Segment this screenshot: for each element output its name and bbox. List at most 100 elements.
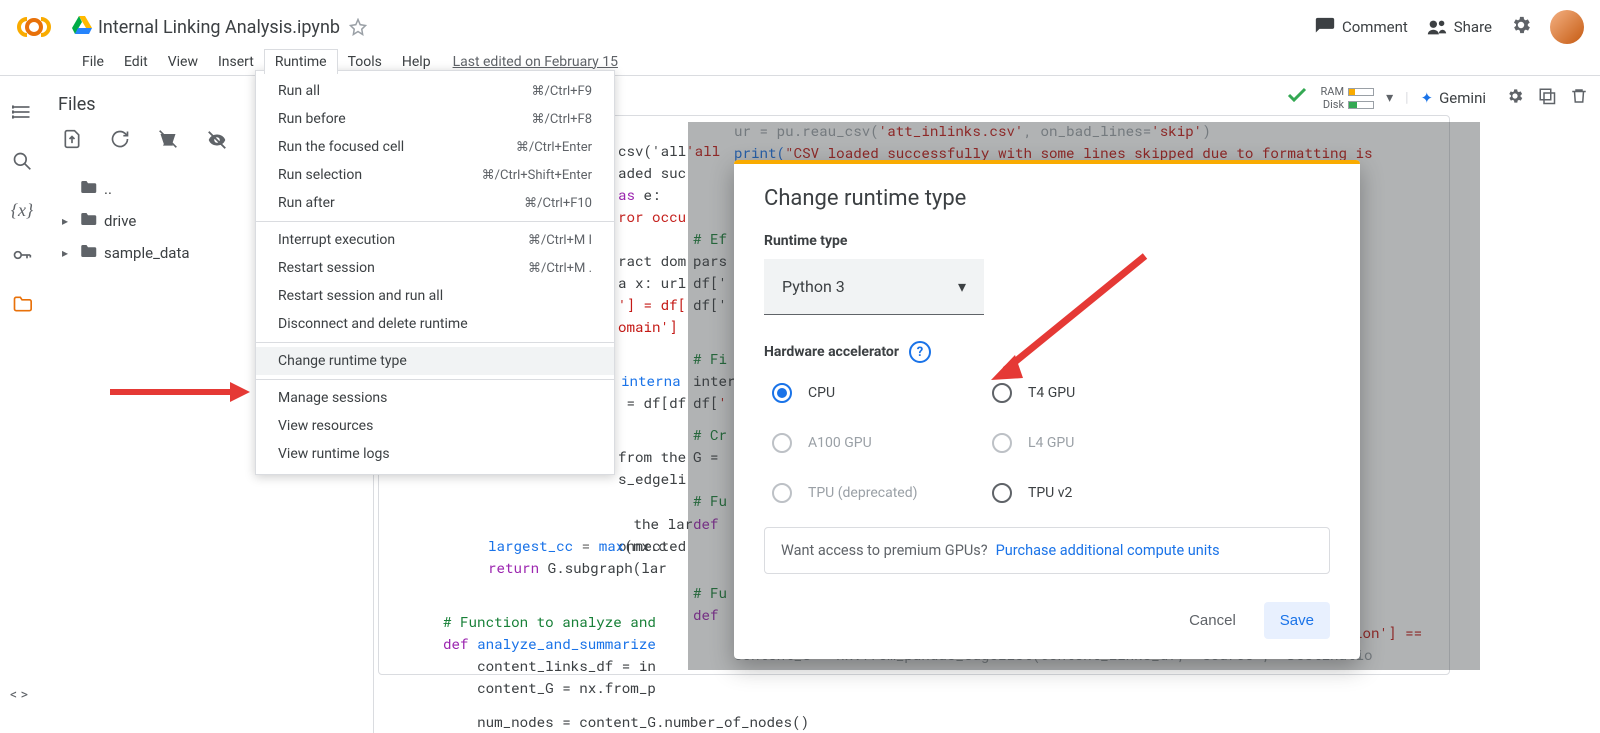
- settings-icon[interactable]: [1510, 14, 1532, 40]
- runtime-menu-item[interactable]: Run all ⌘/Ctrl+F9: [256, 77, 614, 105]
- runtime-menu-item[interactable]: Disconnect and delete runtime: [256, 310, 614, 338]
- hide-files-icon[interactable]: [206, 129, 228, 155]
- accelerator-radio[interactable]: TPU v2: [992, 483, 1142, 503]
- accelerator-radio: A100 GPU: [772, 433, 922, 453]
- runtime-menu-item[interactable]: Restart session ⌘/Ctrl+M .: [256, 254, 614, 282]
- mount-drive-icon[interactable]: [158, 129, 178, 155]
- last-edited-link[interactable]: Last edited on February 15: [453, 54, 618, 70]
- runtime-menu-shortcut: ⌘/Ctrl+Enter: [516, 140, 592, 155]
- radio-label: L4 GPU: [1028, 435, 1074, 451]
- runtime-menu-label: Change runtime type: [278, 353, 407, 369]
- upload-file-icon[interactable]: [62, 129, 82, 155]
- accelerator-radio: L4 GPU: [992, 433, 1142, 453]
- runtime-menu-item[interactable]: Restart session and run all: [256, 282, 614, 310]
- premium-notice: Want access to premium GPUs? Purchase ad…: [764, 527, 1330, 574]
- runtime-menu-item[interactable]: Interrupt execution ⌘/Ctrl+M I: [256, 226, 614, 254]
- runtime-menu-label: Restart session and run all: [278, 288, 443, 304]
- gemini-button[interactable]: ✦ Gemini: [1421, 89, 1486, 107]
- runtime-type-value: Python 3: [782, 277, 845, 296]
- save-button[interactable]: Save: [1264, 602, 1330, 639]
- hardware-accelerator-label: Hardware accelerator: [764, 344, 899, 360]
- folder-icon: [79, 211, 97, 231]
- premium-link[interactable]: Purchase additional compute units: [996, 542, 1220, 559]
- secrets-icon[interactable]: [12, 245, 32, 270]
- runtime-menu-item[interactable]: Run the focused cell ⌘/Ctrl+Enter: [256, 133, 614, 161]
- runtime-menu-item[interactable]: Run after ⌘/Ctrl+F10: [256, 189, 614, 217]
- runtime-menu-label: View runtime logs: [278, 446, 390, 462]
- code-snippets-icon[interactable]: < >: [10, 687, 28, 703]
- cell-mirror-icon[interactable]: [1538, 87, 1556, 109]
- radio-icon: [992, 483, 1012, 503]
- runtime-menu-label: Run the focused cell: [278, 139, 404, 155]
- menu-edit[interactable]: Edit: [114, 50, 158, 74]
- runtime-menu-shortcut: ⌘/Ctrl+M I: [528, 233, 592, 248]
- menu-file[interactable]: File: [72, 50, 114, 74]
- cell-tools: [1506, 87, 1588, 109]
- runtime-type-select[interactable]: Python 3 ▾: [764, 259, 984, 315]
- files-icon[interactable]: [12, 294, 32, 319]
- comment-label: Comment: [1342, 18, 1408, 36]
- cell-settings-icon[interactable]: [1506, 87, 1524, 109]
- runtime-menu-shortcut: ⌘/Ctrl+F8: [531, 112, 592, 127]
- premium-text: Want access to premium GPUs?: [781, 542, 988, 559]
- radio-icon: [772, 383, 792, 403]
- toc-icon[interactable]: [12, 102, 32, 127]
- folder-icon: [79, 179, 97, 199]
- radio-icon: [992, 433, 1012, 453]
- share-label: Share: [1454, 18, 1492, 36]
- refresh-icon[interactable]: [110, 129, 130, 155]
- search-icon[interactable]: [12, 151, 32, 176]
- accelerator-radio-group: CPUT4 GPUA100 GPUL4 GPUTPU (deprecated)T…: [764, 383, 1330, 503]
- radio-icon: [772, 433, 792, 453]
- annotation-arrow-right: [985, 250, 1155, 394]
- drive-icon: [72, 15, 92, 39]
- star-button[interactable]: [346, 15, 370, 39]
- document-title[interactable]: Internal Linking Analysis.ipynb: [98, 17, 340, 38]
- radio-label: TPU v2: [1028, 485, 1072, 501]
- title-area: Internal Linking Analysis.ipynb: [72, 15, 370, 39]
- chevron-down-icon: ▾: [958, 277, 966, 296]
- runtime-menu-item[interactable]: View resources: [256, 412, 614, 440]
- cell-delete-icon[interactable]: [1570, 87, 1588, 109]
- colab-logo: [16, 9, 52, 45]
- runtime-menu-label: Restart session: [278, 260, 375, 276]
- runtime-menu-label: Run selection: [278, 167, 362, 183]
- runtime-menu-item[interactable]: Manage sessions: [256, 384, 614, 412]
- menu-view[interactable]: View: [158, 50, 208, 74]
- change-runtime-modal: Change runtime type Runtime type Python …: [734, 160, 1360, 659]
- share-button[interactable]: Share: [1426, 16, 1492, 38]
- runtime-menu-label: Run all: [278, 83, 320, 99]
- runtime-menu-shortcut: ⌘/Ctrl+F9: [531, 84, 592, 99]
- tree-label: drive: [104, 212, 136, 230]
- menubar: File Edit View Insert Runtime Tools Help…: [0, 48, 1600, 76]
- cancel-button[interactable]: Cancel: [1173, 602, 1252, 639]
- runtime-menu-label: Interrupt execution: [278, 232, 395, 248]
- caret-icon: ▸: [62, 214, 72, 228]
- comment-button[interactable]: Comment: [1314, 16, 1408, 38]
- user-avatar[interactable]: [1550, 10, 1584, 44]
- accelerator-radio[interactable]: CPU: [772, 383, 922, 403]
- accelerator-radio: TPU (deprecated): [772, 483, 922, 503]
- runtime-menu-item[interactable]: Change runtime type: [256, 347, 614, 375]
- runtime-menu-label: Disconnect and delete runtime: [278, 316, 468, 332]
- runtime-menu-item[interactable]: Run selection ⌘/Ctrl+Shift+Enter: [256, 161, 614, 189]
- modal-title: Change runtime type: [764, 186, 1330, 211]
- header: Internal Linking Analysis.ipynb Comment …: [0, 0, 1600, 48]
- folder-icon: [79, 243, 97, 263]
- ram-label: RAM: [1321, 85, 1345, 98]
- runtime-menu-item[interactable]: Run before⌘/Ctrl+F8: [256, 105, 614, 133]
- tree-label: sample_data: [104, 244, 190, 262]
- resource-usage[interactable]: RAM Disk: [1321, 85, 1375, 111]
- resource-dropdown-icon[interactable]: ▾: [1386, 90, 1393, 106]
- help-icon[interactable]: ?: [909, 341, 931, 363]
- runtime-menu-shortcut: ⌘/Ctrl+Shift+Enter: [482, 168, 592, 183]
- radio-label: TPU (deprecated): [808, 485, 917, 501]
- variables-icon[interactable]: {x}: [11, 200, 33, 221]
- header-actions: Comment Share: [1314, 10, 1584, 44]
- runtime-menu-shortcut: ⌘/Ctrl+F10: [524, 196, 592, 211]
- annotation-arrow-left: [110, 380, 250, 408]
- runtime-menu-label: Run after: [278, 195, 335, 211]
- runtime-menu-item[interactable]: View runtime logs: [256, 440, 614, 468]
- runtime-menu-shortcut: ⌘/Ctrl+M .: [528, 261, 592, 276]
- menu-runtime[interactable]: Runtime: [264, 49, 338, 74]
